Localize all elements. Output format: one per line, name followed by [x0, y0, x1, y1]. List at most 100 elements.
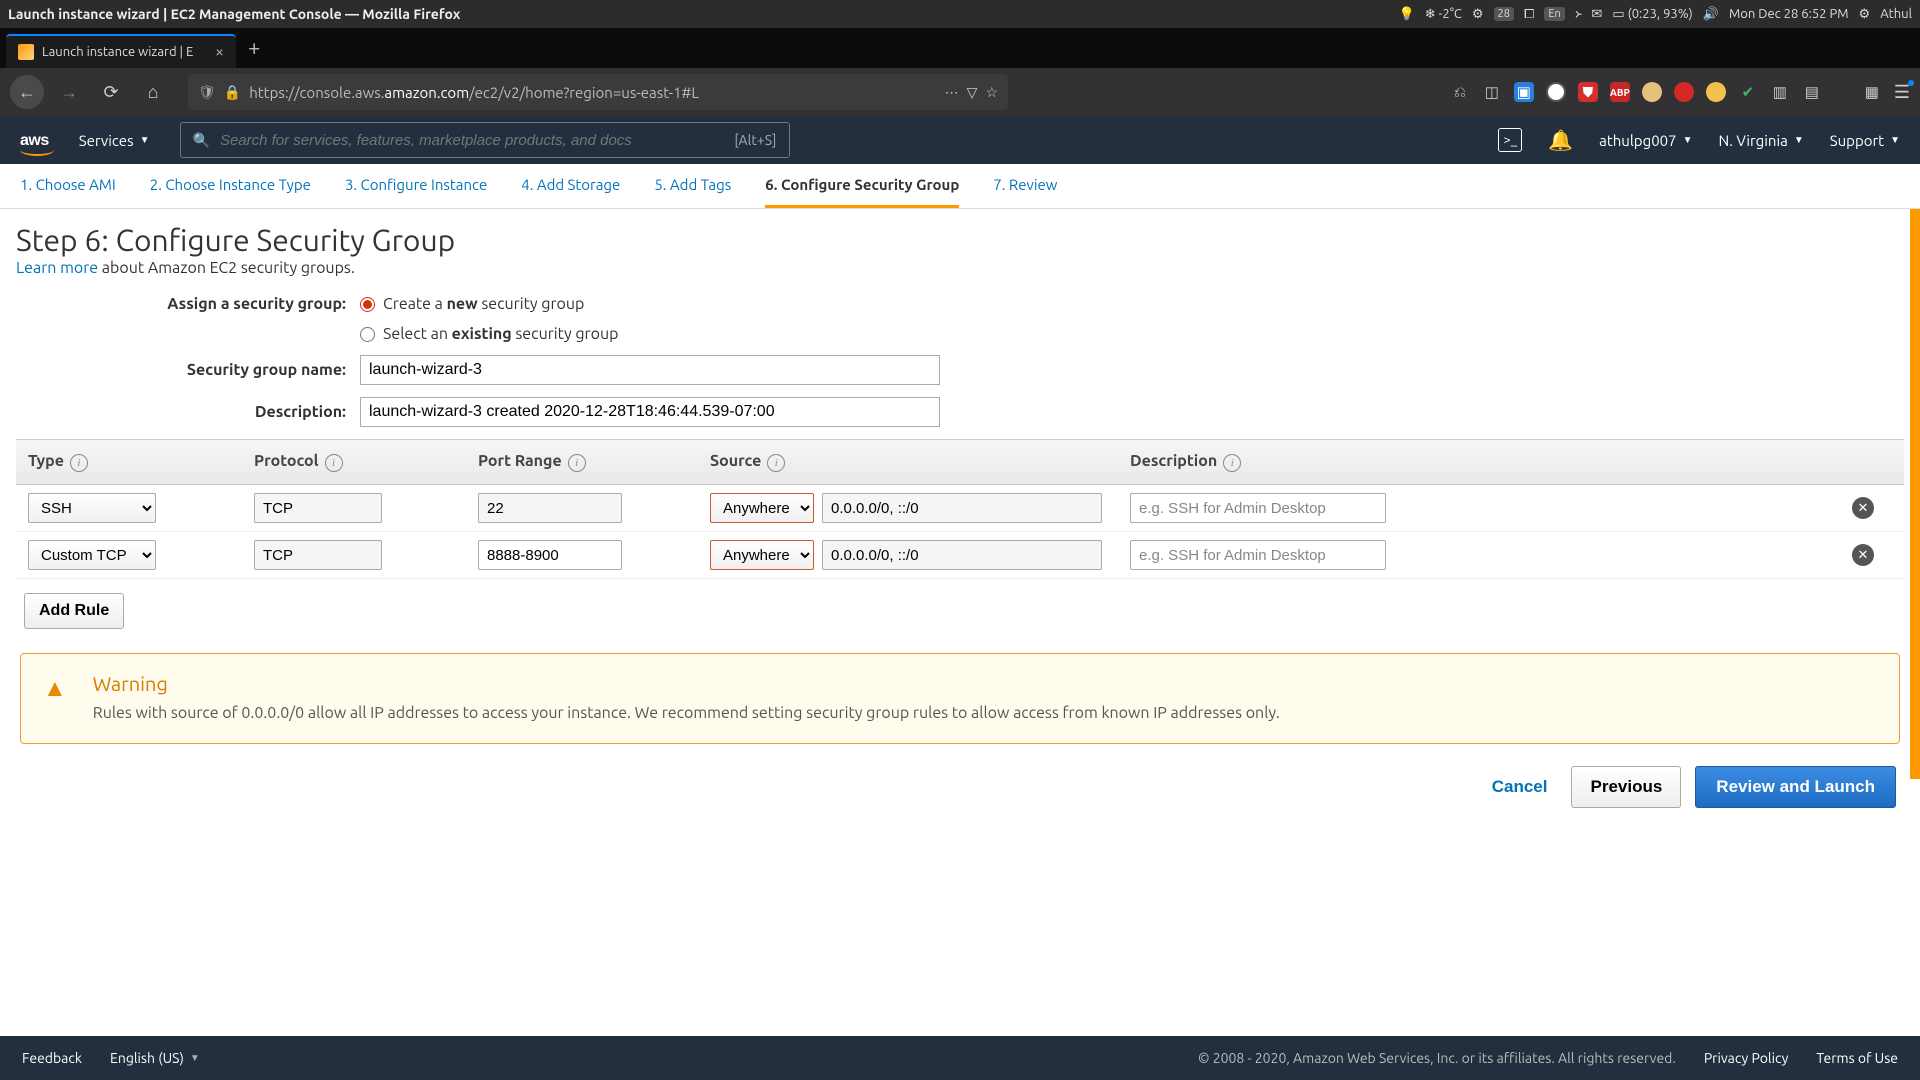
library-icon[interactable]: ⎌ — [1450, 82, 1470, 102]
extension-abp-icon[interactable]: ABP — [1610, 82, 1630, 102]
overflow-icon[interactable]: ▦ — [1862, 82, 1882, 102]
page-actions-icon[interactable]: ⋯ — [945, 84, 959, 101]
close-tab-icon[interactable]: × — [215, 43, 224, 61]
rule-type-select[interactable]: Custom TCP R — [28, 540, 156, 570]
cancel-button[interactable]: Cancel — [1482, 766, 1558, 808]
extension-person-icon[interactable] — [1706, 82, 1726, 102]
add-rule-button[interactable]: Add Rule — [24, 593, 124, 629]
extension-tomato-icon[interactable] — [1674, 82, 1694, 102]
rule-port-input[interactable] — [478, 540, 622, 570]
remove-rule-button[interactable]: ✕ — [1852, 544, 1874, 566]
reload-button[interactable]: ⟳ — [94, 75, 128, 109]
assign-sg-label: Assign a security group: — [16, 295, 360, 313]
rule-description-input[interactable] — [1130, 493, 1386, 523]
radio-select-existing[interactable]: Select an existing security group — [360, 325, 618, 343]
mail-tray-icon[interactable]: ✉ — [1591, 7, 1602, 22]
weather-indicator[interactable]: ❄ -2°C — [1425, 7, 1462, 22]
remove-rule-button[interactable]: ✕ — [1852, 497, 1874, 519]
volume-icon[interactable]: 🔊 — [1703, 7, 1719, 22]
extension-zoom-icon[interactable]: ▣ — [1514, 82, 1534, 102]
extension-bars-icon[interactable]: ▥ — [1770, 82, 1790, 102]
wizard-tab-3[interactable]: 4. Add Storage — [521, 164, 620, 208]
radio-create-input[interactable] — [360, 297, 375, 312]
calendar-tray-icon[interactable]: 28 — [1494, 7, 1514, 21]
privacy-link[interactable]: Privacy Policy — [1704, 1050, 1789, 1066]
forward-button[interactable]: → — [52, 75, 86, 109]
bluetooth-icon[interactable]: ᚛ — [1575, 7, 1582, 22]
aws-logo[interactable]: aws — [20, 130, 49, 150]
wizard-tab-2[interactable]: 3. Configure Instance — [345, 164, 487, 208]
window-title: Launch instance wizard | EC2 Management … — [8, 6, 460, 22]
wizard-tab-0[interactable]: 1. Choose AMI — [20, 164, 116, 208]
previous-button[interactable]: Previous — [1571, 766, 1681, 808]
extension-noscript-icon[interactable] — [1546, 82, 1566, 102]
rule-source-select[interactable]: Anywhere — [710, 540, 814, 570]
tab-title: Launch instance wizard | E — [42, 45, 207, 59]
support-menu[interactable]: Support ▼ — [1830, 132, 1900, 149]
sg-desc-input[interactable] — [360, 397, 940, 427]
os-user[interactable]: Athul — [1880, 7, 1912, 21]
radio-existing-input[interactable] — [360, 327, 375, 342]
scroll-indicator[interactable] — [1910, 209, 1920, 779]
wizard-tab-6[interactable]: 7. Review — [993, 164, 1057, 208]
info-icon[interactable]: i — [767, 454, 785, 472]
col-port-label: Port Range — [478, 452, 562, 470]
sidebar-icon[interactable]: ◫ — [1482, 82, 1502, 102]
lock-icon[interactable]: 🔒 — [224, 84, 241, 101]
warning-title: Warning — [93, 672, 1280, 695]
info-icon[interactable]: i — [568, 454, 586, 472]
aws-footer: Feedback English (US) ▼ © 2008 - 2020, A… — [0, 1036, 1920, 1080]
aws-header-right: >_ 🔔 athulpg007 ▼ N. Virginia ▼ Support … — [1498, 128, 1900, 152]
url-bar[interactable]: 🛡 🔒 https://console.aws.amazon.com/ec2/v… — [188, 74, 1008, 110]
keyboard-layout[interactable]: En — [1544, 7, 1564, 21]
services-menu[interactable]: Services▼ — [79, 132, 150, 149]
shield-icon[interactable]: 🛡 — [198, 84, 216, 101]
os-titlebar: Launch instance wizard | EC2 Management … — [0, 0, 1920, 28]
rule-description-input[interactable] — [1130, 540, 1386, 570]
region-menu[interactable]: N. Virginia ▼ — [1718, 132, 1803, 149]
home-button[interactable]: ⌂ — [136, 75, 170, 109]
bookmark-star-icon[interactable]: ☆ — [985, 84, 998, 101]
wifi-icon[interactable]: ⧠ — [1524, 7, 1534, 22]
sg-name-input[interactable] — [360, 355, 940, 385]
terms-link[interactable]: Terms of Use — [1816, 1050, 1898, 1066]
system-tray: 💡 ❄ -2°C ⚙ 28 ⧠ En ᚛ ✉ ▭ (0:23, 93%) 🔊 M… — [1399, 7, 1912, 22]
step-title: Step 6: Configure Security Group — [16, 223, 1904, 257]
browser-tab-active[interactable]: Launch instance wizard | E × — [6, 34, 236, 68]
reader-mode-icon[interactable]: ▽ — [967, 84, 978, 101]
radio-create-new[interactable]: Create a new security group — [360, 295, 618, 313]
wizard-tab-5[interactable]: 6. Configure Security Group — [765, 164, 959, 208]
language-selector[interactable]: English (US) ▼ — [110, 1050, 200, 1066]
review-launch-button[interactable]: Review and Launch — [1695, 766, 1896, 808]
extension-book-icon[interactable]: ▤ — [1802, 82, 1822, 102]
learn-more-link[interactable]: Learn more — [16, 259, 98, 277]
settings-tray-icon[interactable]: ⚙ — [1472, 7, 1484, 22]
aws-search-input[interactable] — [220, 132, 724, 149]
back-button[interactable]: ← — [10, 75, 44, 109]
extension-pill-icon[interactable] — [1642, 82, 1662, 102]
gear-icon[interactable]: ⚙ — [1859, 7, 1871, 22]
clock[interactable]: Mon Dec 28 6:52 PM — [1729, 7, 1849, 21]
lightbulb-icon[interactable]: 💡 — [1399, 7, 1415, 22]
wizard-tab-1[interactable]: 2. Choose Instance Type — [150, 164, 311, 208]
hamburger-menu-icon[interactable]: ☰ — [1894, 82, 1910, 103]
battery-indicator[interactable]: ▭ (0:23, 93%) — [1612, 7, 1692, 22]
wizard-tab-4[interactable]: 5. Add Tags — [654, 164, 731, 208]
col-desc-label: Description — [1130, 452, 1217, 470]
account-menu[interactable]: athulpg007 ▼ — [1599, 132, 1692, 149]
info-icon[interactable]: i — [70, 454, 88, 472]
rule-source-select[interactable]: Anywhere — [710, 493, 814, 523]
rule-protocol — [254, 540, 382, 570]
aws-search[interactable]: 🔍 [Alt+S] — [180, 122, 790, 158]
info-icon[interactable]: i — [1223, 454, 1241, 472]
feedback-link[interactable]: Feedback — [22, 1050, 82, 1066]
warning-box: ▲ Warning Rules with source of 0.0.0.0/0… — [20, 653, 1900, 744]
notifications-bell-icon[interactable]: 🔔 — [1548, 128, 1573, 152]
cloudshell-icon[interactable]: >_ — [1498, 128, 1522, 152]
info-icon[interactable]: i — [325, 454, 343, 472]
extension-ublock-icon[interactable]: ⛊ — [1578, 82, 1598, 102]
rule-row: Custom TCP R Anywhere ✕ — [16, 532, 1904, 579]
extension-check-icon[interactable]: ✔ — [1738, 82, 1758, 102]
new-tab-button[interactable]: + — [236, 31, 272, 68]
rule-type-select[interactable]: SSH — [28, 493, 156, 523]
